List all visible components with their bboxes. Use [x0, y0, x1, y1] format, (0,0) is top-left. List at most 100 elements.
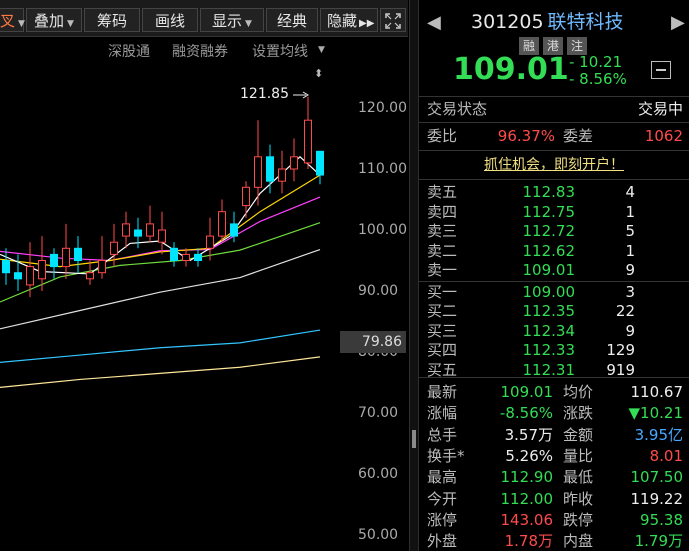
- chart-toolbar: 叉 ▼ 叠加 ▼ 筹码 画线 显示 ▼ 经典 隐藏 ▶▶: [0, 0, 408, 37]
- stat-label: 最高: [427, 468, 458, 487]
- stat-value: ▼10.21: [628, 404, 683, 423]
- ask-label: 卖二: [427, 241, 458, 260]
- weicha-value: 1062: [644, 127, 683, 145]
- ask-row[interactable]: 卖五 112.83 4: [419, 183, 689, 201]
- candle-body: [62, 247, 70, 268]
- double-right-arrow-icon: ▶▶: [359, 18, 375, 29]
- candlestick: [242, 181, 250, 218]
- minimize-button[interactable]: [651, 61, 671, 79]
- panel-splitter[interactable]: [409, 0, 419, 551]
- stat-label: 换手*: [427, 446, 465, 465]
- stat-value: -8.56%: [499, 404, 553, 423]
- ask-row[interactable]: 卖二 112.62 1: [419, 242, 689, 260]
- chevron-down-icon: ▼: [245, 19, 252, 29]
- next-stock-icon[interactable]: ▶: [671, 12, 685, 33]
- expand-button[interactable]: [380, 8, 406, 32]
- ask-row[interactable]: 卖四 112.75 1: [419, 203, 689, 221]
- divider: [419, 280, 689, 282]
- bid-volume: 22: [615, 302, 635, 320]
- bid-price: 109.00: [522, 282, 576, 301]
- bid-volume: 3: [625, 282, 635, 301]
- candle-body: [110, 241, 118, 255]
- candlestick: [170, 242, 178, 267]
- stats-row: 涨停 143.06 跌停 95.38: [419, 509, 689, 531]
- candle-body: [290, 156, 298, 170]
- candlestick: [14, 254, 22, 291]
- bid-row[interactable]: 买三 112.34 9: [419, 322, 689, 340]
- stat-value: 8.01: [649, 446, 683, 465]
- candlestick: [182, 248, 190, 267]
- divider: [419, 179, 689, 180]
- price-change: - 10.21: [569, 53, 623, 71]
- stat-value: 109.01: [500, 383, 554, 401]
- axis-label-60: 60.00: [358, 466, 399, 482]
- stat-label: 涨停: [427, 510, 458, 529]
- candle-body: [50, 253, 58, 268]
- candle-body: [98, 260, 106, 274]
- ask-label: 卖三: [427, 222, 458, 240]
- bid-row[interactable]: 买二 112.35 22: [419, 302, 689, 320]
- hide-button[interactable]: 隐藏 ▶▶: [320, 8, 378, 32]
- candlestick: [290, 138, 298, 182]
- ask-row[interactable]: 卖一 109.01 9: [419, 261, 689, 279]
- candle-body: [26, 266, 34, 286]
- candle-body: [74, 247, 82, 262]
- divider: [419, 150, 689, 151]
- stats-row: 今开 112.00 昨收 119.22: [419, 488, 689, 510]
- open-account-link[interactable]: 抓住机会，即刻开户！: [419, 153, 689, 177]
- divider: [419, 96, 689, 97]
- ask-price: 112.62: [522, 241, 576, 260]
- candle-body: [182, 253, 190, 261]
- overlay-button[interactable]: 叠加 ▼: [26, 8, 82, 32]
- axis-label-120: 120.00: [358, 100, 407, 116]
- candlestick: [86, 260, 94, 285]
- candle-body: [2, 260, 10, 274]
- candlestick: [304, 96, 312, 169]
- hide-label: 隐藏: [327, 12, 358, 30]
- stats-row: 总手 3.57万 金额 3.95亿: [419, 424, 689, 446]
- prev-stock-icon[interactable]: ◀: [427, 12, 441, 33]
- toolbar-item-0[interactable]: 叉 ▼: [0, 8, 25, 32]
- ask-volume: 4: [625, 183, 635, 201]
- chips-button[interactable]: 筹码: [84, 8, 140, 32]
- candle-body: [218, 211, 226, 237]
- order-ratio-row: 委比 96.37% 委差 1062: [419, 125, 689, 147]
- draw-line-button[interactable]: 画线: [142, 8, 198, 32]
- bid-row[interactable]: 买一 109.00 3: [419, 283, 689, 301]
- stat-value: 112.00: [500, 489, 554, 508]
- kline-chart[interactable]: 深股通 融资融券 设置均线 ▼ ⬍ 121.85 120.00 110.00 1…: [0, 37, 408, 551]
- ask-label: 卖一: [427, 261, 458, 279]
- ask-row[interactable]: 卖三 112.72 5: [419, 222, 689, 240]
- ask-price: 109.01: [522, 261, 576, 279]
- bid-row[interactable]: 买四 112.33 129: [419, 341, 689, 359]
- stat-value: 107.50: [630, 468, 684, 487]
- draw-line-label: 画线: [154, 12, 185, 30]
- current-price-marker: 79.86: [340, 331, 406, 353]
- bid-row[interactable]: 买五 112.31 919: [419, 361, 689, 379]
- ask-volume: 1: [625, 202, 635, 221]
- bid-label: 买一: [427, 282, 458, 301]
- candle-body: [278, 168, 286, 182]
- stat-value: 3.57万: [504, 425, 553, 444]
- ma20-line: [0, 196, 321, 262]
- bid-price: 112.31: [522, 360, 576, 379]
- candle-body: [194, 253, 202, 261]
- axis-label-110: 110.00: [358, 161, 407, 177]
- chevron-down-icon: ▼: [67, 19, 74, 29]
- axis-label-70: 70.00: [358, 405, 399, 421]
- stat-label: 昨收: [563, 489, 594, 508]
- overlay-label: 叠加: [34, 12, 65, 30]
- weicha-label: 委差: [563, 127, 594, 145]
- display-button[interactable]: 显示 ▼: [200, 8, 264, 32]
- price-change-pct: - 8.56%: [569, 70, 627, 88]
- candlestick: [146, 205, 154, 243]
- divider: [419, 122, 689, 123]
- splitter-grip[interactable]: [412, 430, 416, 448]
- trading-status-row: 交易状态 交易中: [419, 98, 689, 120]
- ma120-line: [0, 329, 321, 363]
- classic-button[interactable]: 经典: [266, 8, 318, 32]
- candle-body: [14, 272, 22, 280]
- classic-label: 经典: [276, 12, 307, 30]
- bid-price: 112.34: [522, 321, 576, 340]
- stat-value: 143.06: [500, 510, 554, 529]
